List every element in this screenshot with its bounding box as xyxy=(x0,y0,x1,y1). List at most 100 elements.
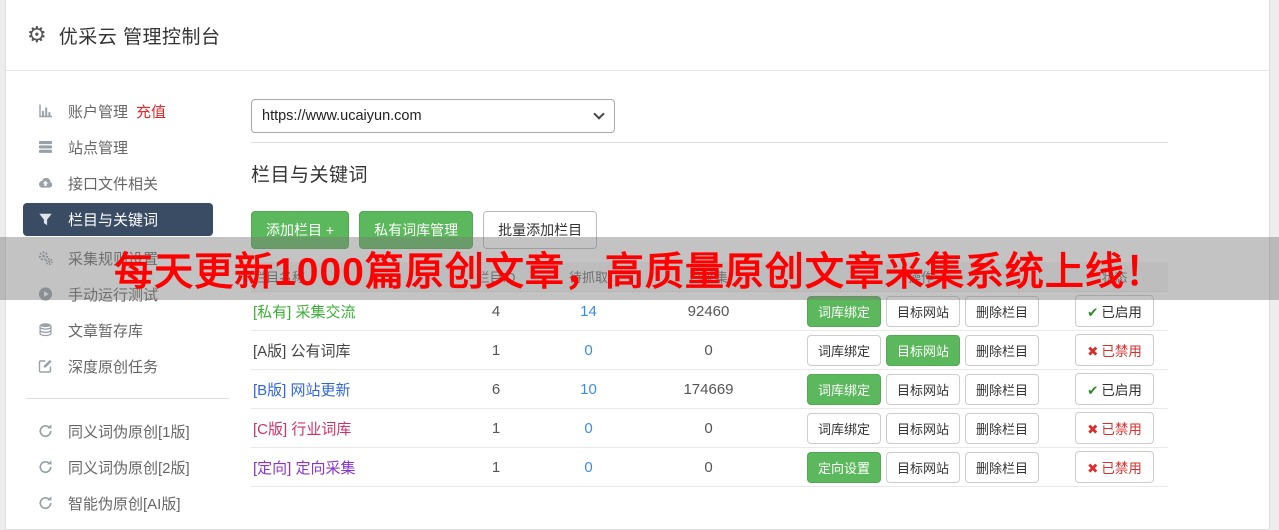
sidebar-item-label: 栏目与关键词 xyxy=(68,212,159,229)
toolbar-button-0[interactable]: 添加栏目 + xyxy=(251,211,350,249)
column-name-link[interactable]: [C版] 行业词库 xyxy=(251,408,451,448)
column-name-link[interactable]: [定向] 定向采集 xyxy=(251,447,451,487)
collected-count: 92460 xyxy=(636,291,781,331)
page-title: 栏目与关键词 xyxy=(251,165,369,186)
table-row: [A版] 公有词库 1 0 0 词库绑定 目标网站 删除栏目 ✖ 已禁用 xyxy=(251,330,1168,370)
site-selector[interactable]: https://www.ucaiyun.com xyxy=(251,99,615,133)
actions-cell: 定向设置 目标网站 删除栏目 xyxy=(781,447,1061,487)
actions-cell: 词库绑定 目标网站 删除栏目 xyxy=(781,369,1061,409)
check-icon: ✔ xyxy=(1087,305,1099,320)
table-row: [B版] 网站更新 6 10 174669 词库绑定 目标网站 删除栏目 ✔ 已启用 xyxy=(251,369,1168,409)
column-id: 6 xyxy=(451,369,541,409)
sidebar-item-6[interactable]: 文章暂存库 xyxy=(6,312,251,348)
action-button-4-1[interactable]: 目标网站 xyxy=(886,451,961,483)
status-label: 已启用 xyxy=(1101,383,1142,398)
column-id: 1 xyxy=(451,408,541,448)
sidebar-item-0[interactable]: 账户管理 充值 xyxy=(6,93,251,129)
action-button-1-2[interactable]: 删除栏目 xyxy=(965,334,1040,366)
bar-chart-icon xyxy=(36,103,54,119)
column-id: 1 xyxy=(451,447,541,487)
pending-cell: 0 xyxy=(541,330,636,370)
table-row: [定向] 定向采集 1 0 0 定向设置 目标网站 删除栏目 ✖ 已禁用 xyxy=(251,447,1168,487)
column-name-link[interactable]: [B版] 网站更新 xyxy=(251,369,451,409)
action-button-4-2[interactable]: 删除栏目 xyxy=(965,451,1040,483)
table-row: [C版] 行业词库 1 0 0 词库绑定 目标网站 删除栏目 ✖ 已禁用 xyxy=(251,408,1168,448)
status-cell: ✖ 已禁用 xyxy=(1061,447,1168,487)
toolbar-button-1[interactable]: 私有词库管理 xyxy=(359,211,474,249)
sidebar: 账户管理 充值 站点管理 接口文件相关 栏目与关键词 采集规则设置 手动运行测试 文章暂存库深… xyxy=(6,71,251,529)
toolbar-button-2[interactable]: 批量添加栏目 xyxy=(483,211,598,249)
status-label: 已禁用 xyxy=(1101,422,1142,437)
divider xyxy=(251,142,1168,143)
column-name-link[interactable]: [私有] 采集交流 xyxy=(251,291,451,331)
sidebar-item-11[interactable]: 智能伪原创[AI版] xyxy=(6,485,251,521)
status-enabled-button[interactable]: ✔ 已启用 xyxy=(1075,373,1154,405)
action-button-4-0[interactable]: 定向设置 xyxy=(807,451,882,483)
actions-cell: 词库绑定 目标网站 删除栏目 xyxy=(781,330,1061,370)
action-button-3-0[interactable]: 词库绑定 xyxy=(807,412,882,444)
pending-count-link[interactable]: 0 xyxy=(584,420,592,437)
status-disabled-button[interactable]: ✖ 已禁用 xyxy=(1075,412,1154,444)
action-button-3-1[interactable]: 目标网站 xyxy=(886,412,961,444)
sidebar-item-12[interactable]: UWriter深度原创 xyxy=(6,521,251,530)
column-id: 1 xyxy=(451,330,541,370)
status-enabled-button[interactable]: ✔ 已启用 xyxy=(1075,295,1154,327)
action-button-2-2[interactable]: 删除栏目 xyxy=(965,373,1040,405)
refresh-icon xyxy=(36,459,54,475)
refresh-icon xyxy=(36,495,54,511)
pending-count-link[interactable]: 10 xyxy=(580,381,597,398)
sidebar-item-label: 智能伪原创[AI版] xyxy=(68,495,181,513)
action-button-2-0[interactable]: 词库绑定 xyxy=(807,373,882,405)
recharge-link[interactable]: 充值 xyxy=(136,101,166,122)
sidebar-item-3[interactable]: 栏目与关键词 xyxy=(23,203,213,236)
table-row: [私有] 采集交流 4 14 92460 词库绑定 目标网站 删除栏目 ✔ 已启用 xyxy=(251,291,1168,331)
app-window: ⚙ 优采云 管理控制台 账户管理 充值 站点管理 接口文件相关 栏目与关键词 采集规则设置… xyxy=(5,0,1270,530)
actions-cell: 词库绑定 目标网站 删除栏目 xyxy=(781,408,1061,448)
refresh-icon xyxy=(36,423,54,439)
pending-count-link[interactable]: 14 xyxy=(580,303,597,320)
action-button-2-1[interactable]: 目标网站 xyxy=(886,373,961,405)
sidebar-item-5[interactable]: 手动运行测试 xyxy=(6,276,251,312)
column-header: 状态 xyxy=(1061,262,1168,292)
app-header: ⚙ 优采云 管理控制台 xyxy=(6,0,1269,71)
play-icon xyxy=(36,286,54,302)
gear-icon: ⚙ xyxy=(27,22,47,47)
column-name-link[interactable]: [A版] 公有词库 xyxy=(251,330,451,370)
sidebar-item-10[interactable]: 同义词伪原创[2版] xyxy=(6,449,251,485)
action-button-0-2[interactable]: 删除栏目 xyxy=(965,295,1040,327)
app-title: 优采云 管理控制台 xyxy=(58,26,221,48)
action-button-3-2[interactable]: 删除栏目 xyxy=(965,412,1040,444)
action-button-0-0[interactable]: 词库绑定 xyxy=(807,295,882,327)
status-disabled-button[interactable]: ✖ 已禁用 xyxy=(1075,451,1154,483)
sidebar-item-2[interactable]: 接口文件相关 xyxy=(6,165,251,201)
cross-icon: ✖ xyxy=(1087,344,1099,359)
pending-count-link[interactable]: 0 xyxy=(584,342,592,359)
action-button-0-1[interactable]: 目标网站 xyxy=(886,295,961,327)
table-header-row: 栏目名称 栏目ID 待抓取 已采集 操作 状态 xyxy=(251,262,1168,292)
sidebar-divider xyxy=(26,398,229,399)
collected-count: 174669 xyxy=(636,369,781,409)
status-disabled-button[interactable]: ✖ 已禁用 xyxy=(1075,334,1154,366)
sidebar-item-label: 账户管理 xyxy=(68,103,129,121)
action-button-1-0[interactable]: 词库绑定 xyxy=(807,334,882,366)
sidebar-item-4[interactable]: 采集规则设置 xyxy=(6,240,251,276)
column-header: 操作 xyxy=(781,262,1061,292)
cloud-upload-icon xyxy=(36,175,54,191)
status-cell: ✖ 已禁用 xyxy=(1061,408,1168,448)
gears-icon xyxy=(36,250,54,266)
action-button-1-1[interactable]: 目标网站 xyxy=(886,334,961,366)
sidebar-item-label: 文章暂存库 xyxy=(68,322,144,340)
sidebar-item-7[interactable]: 深度原创任务 xyxy=(6,348,251,384)
pending-count-link[interactable]: 0 xyxy=(584,459,592,476)
actions-cell: 词库绑定 目标网站 删除栏目 xyxy=(781,291,1061,331)
sidebar-item-1[interactable]: 站点管理 xyxy=(6,129,251,165)
pending-cell: 0 xyxy=(541,447,636,487)
cross-icon: ✖ xyxy=(1087,461,1099,476)
sidebar-item-label: 站点管理 xyxy=(68,139,129,157)
sidebar-item-label: 同义词伪原创[1版] xyxy=(68,423,190,441)
column-header: 栏目ID xyxy=(451,262,541,292)
main-content: https://www.ucaiyun.com 栏目与关键词 添加栏目 + 私有词… xyxy=(251,71,1269,529)
server-icon xyxy=(36,139,54,155)
sidebar-item-9[interactable]: 同义词伪原创[1版] xyxy=(6,413,251,449)
sidebar-item-label: 接口文件相关 xyxy=(68,175,159,193)
